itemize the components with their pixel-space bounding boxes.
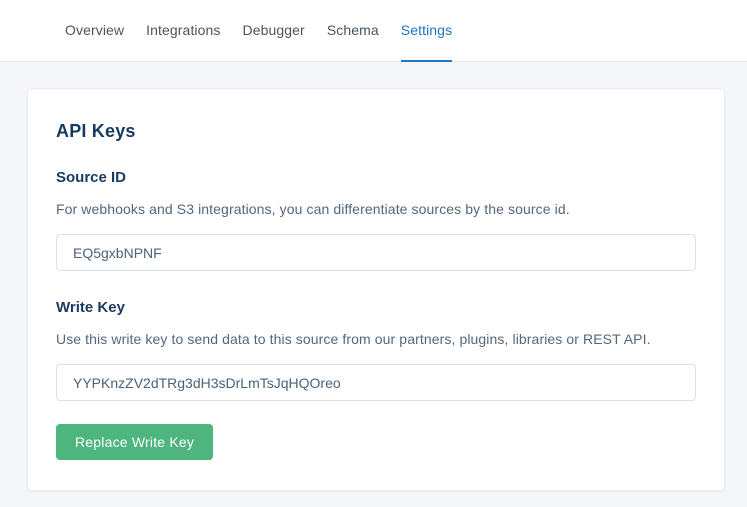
- write-key-label: Write Key: [56, 299, 696, 316]
- replace-write-key-button[interactable]: Replace Write Key: [56, 424, 213, 460]
- write-key-input[interactable]: [56, 364, 696, 401]
- source-id-input[interactable]: [56, 234, 696, 271]
- source-id-description: For webhooks and S3 integrations, you ca…: [56, 201, 696, 217]
- write-key-description: Use this write key to send data to this …: [56, 331, 696, 347]
- api-keys-card: API Keys Source ID For webhooks and S3 i…: [27, 88, 725, 491]
- tab-bar: Overview Integrations Debugger Schema Se…: [0, 0, 747, 62]
- source-id-label: Source ID: [56, 169, 696, 186]
- tab-overview[interactable]: Overview: [65, 0, 124, 62]
- source-id-section: Source ID For webhooks and S3 integratio…: [56, 169, 696, 271]
- write-key-section: Write Key Use this write key to send dat…: [56, 299, 696, 401]
- tab-schema[interactable]: Schema: [327, 0, 379, 62]
- tab-integrations[interactable]: Integrations: [146, 0, 220, 62]
- tab-settings[interactable]: Settings: [401, 0, 452, 62]
- card-title: API Keys: [56, 121, 696, 142]
- tab-debugger[interactable]: Debugger: [243, 0, 305, 62]
